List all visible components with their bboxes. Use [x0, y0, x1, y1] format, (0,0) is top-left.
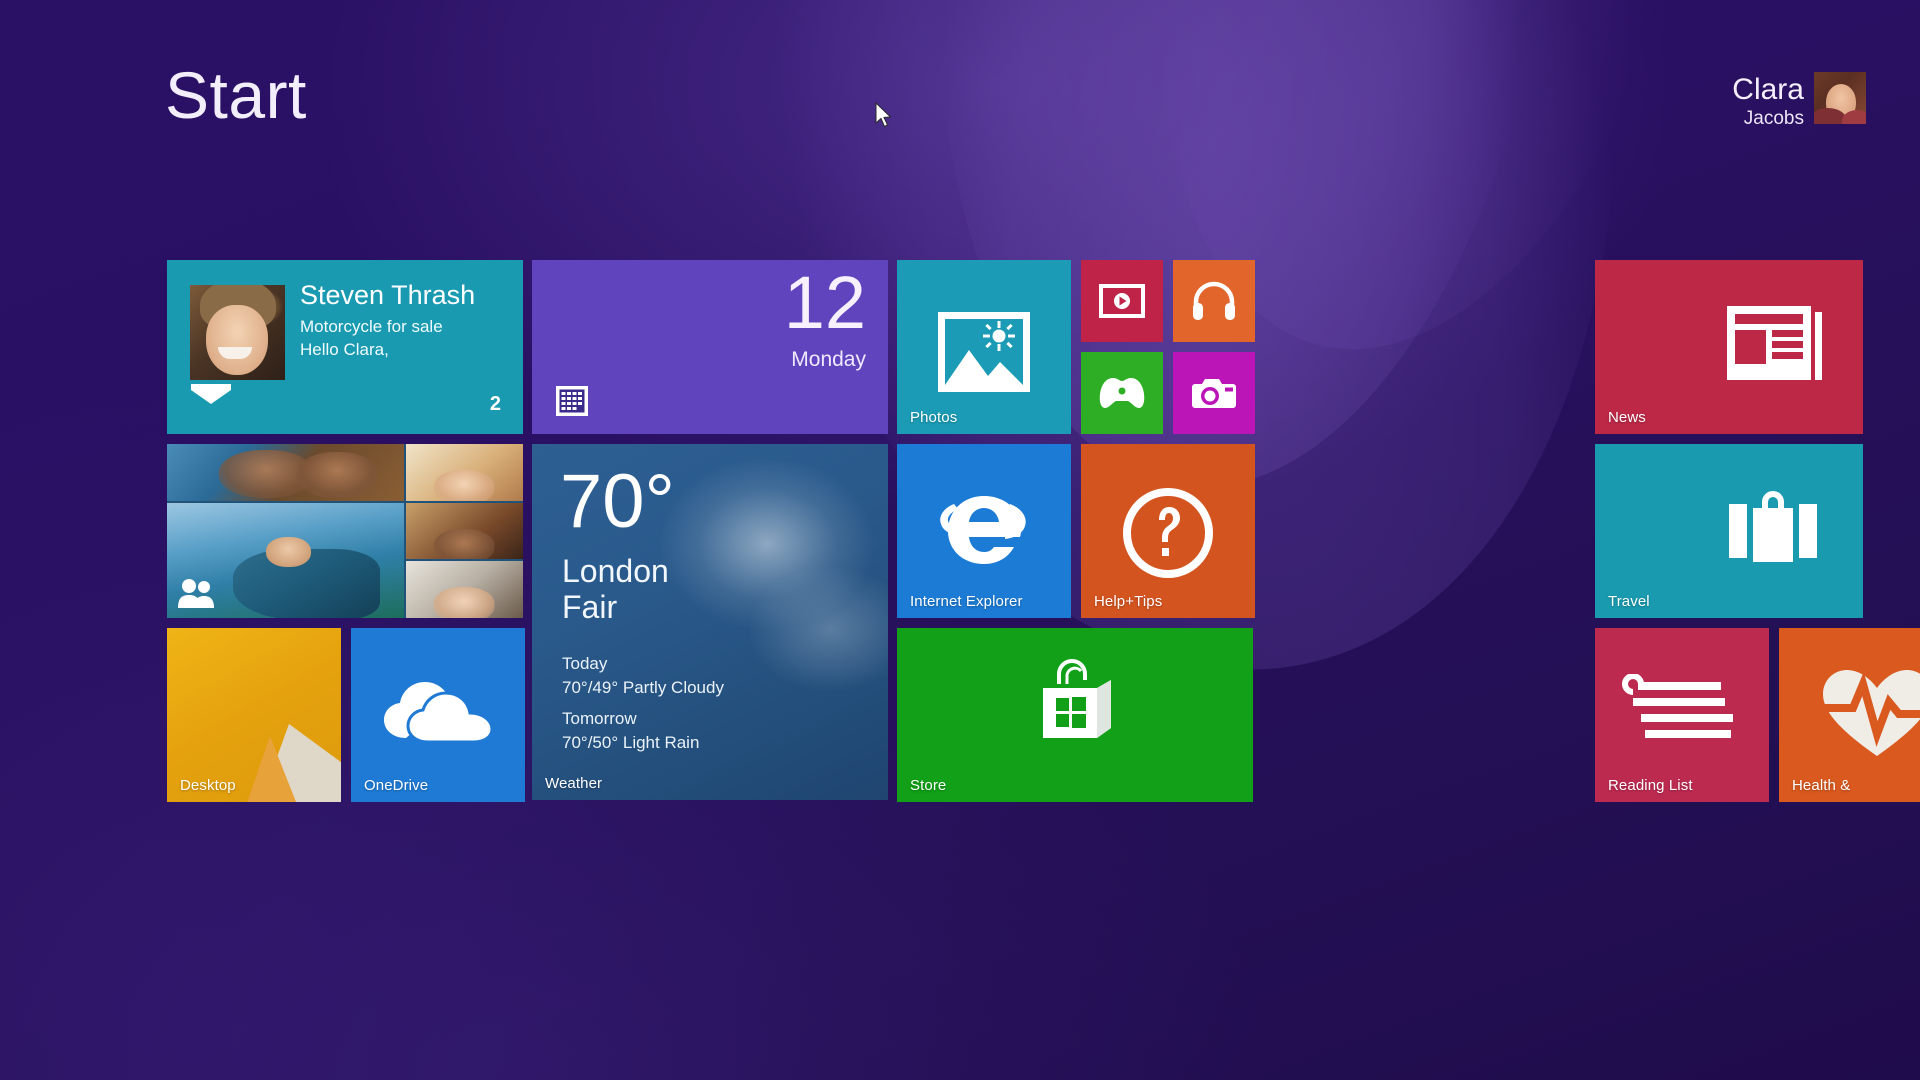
internet-explorer-icon [940, 496, 1026, 564]
people-photo-1 [167, 444, 404, 501]
tile-desktop[interactable]: Desktop [167, 628, 341, 802]
people-photo-3 [405, 444, 523, 501]
heartbeat-icon [1821, 670, 1920, 756]
mail-preview: Hello Clara, [300, 340, 389, 360]
mail-unread-count: 2 [489, 393, 501, 415]
tile-internet-explorer[interactable]: Internet Explorer [897, 444, 1071, 618]
weather-tomorrow-detail: 70°/50° Light Rain [562, 733, 700, 752]
weather-today-block: Today 70°/49° Partly Cloudy [562, 654, 724, 698]
page-title: Start [165, 58, 307, 132]
tile-games[interactable] [1081, 352, 1163, 434]
headphones-icon [1193, 281, 1235, 320]
tile-label-travel: Travel [1608, 593, 1650, 610]
people-photo-5 [405, 561, 523, 618]
tile-reading-list[interactable]: Reading List [1595, 628, 1769, 802]
question-mark-icon [1123, 488, 1213, 578]
mail-subject: Motorcycle for sale [300, 316, 443, 336]
tile-label-reading-list: Reading List [1608, 777, 1693, 794]
tile-photos[interactable]: Photos [897, 260, 1071, 434]
mail-sender-name: Steven Thrash [300, 280, 476, 310]
tile-news[interactable]: News [1595, 260, 1863, 434]
camera-icon [1192, 379, 1236, 408]
avatar-shoulder-right [1842, 110, 1866, 124]
tile-health-fitness[interactable]: Health & [1779, 628, 1920, 802]
weather-tomorrow-label: Tomorrow [562, 709, 637, 728]
gamepad-icon [1099, 378, 1145, 408]
weather-tomorrow-block: Tomorrow 70°/50° Light Rain [562, 709, 699, 753]
tile-label-health-fitness: Health & [1792, 777, 1851, 794]
video-play-icon [1099, 284, 1145, 318]
mail-sender-avatar [190, 285, 285, 380]
weather-temperature: 70° [560, 459, 675, 544]
weather-today-label: Today [562, 654, 608, 673]
people-icon [178, 579, 214, 608]
tile-camera[interactable] [1173, 352, 1255, 434]
user-last-name: Jacobs [1743, 107, 1804, 129]
mail-avatar-face [206, 305, 268, 375]
people-photo-collage [167, 444, 523, 618]
tile-label-internet-explorer: Internet Explorer [910, 593, 1023, 610]
tile-area: Steven Thrash Motorcycle for sale Hello … [167, 260, 1920, 802]
tile-music[interactable] [1173, 260, 1255, 342]
user-name-block: Clara Jacobs [1732, 72, 1804, 128]
desktop-wallpaper-shape-2 [243, 736, 300, 802]
weather-city: London [562, 553, 669, 589]
tile-help-tips[interactable]: Help+Tips [1081, 444, 1255, 618]
start-screen: Start Clara Jacobs Steven Thrash Motorcy… [0, 0, 1920, 1080]
calendar-icon [556, 386, 588, 416]
tile-video[interactable] [1081, 260, 1163, 342]
tile-weather[interactable]: 70° London Fair Today 70°/49° Partly Clo… [532, 444, 888, 800]
tile-label-desktop: Desktop [180, 777, 236, 794]
mouse-cursor-icon [875, 102, 892, 128]
newspaper-icon [1727, 306, 1822, 380]
tile-onedrive[interactable]: OneDrive [351, 628, 525, 802]
people-photo-4 [405, 502, 523, 560]
user-first-name: Clara [1732, 73, 1804, 106]
tile-mail[interactable]: Steven Thrash Motorcycle for sale Hello … [167, 260, 523, 434]
mail-text-block: Steven Thrash Motorcycle for sale Hello … [300, 280, 513, 360]
weather-today-detail: 70°/49° Partly Cloudy [562, 678, 724, 697]
tile-label-store: Store [910, 777, 947, 794]
weather-condition: Fair [562, 589, 618, 625]
tile-store[interactable]: Store [897, 628, 1253, 802]
cloud-icon [384, 682, 494, 744]
people-photo-2 [167, 502, 404, 618]
tile-calendar[interactable]: 12 Monday [532, 260, 888, 434]
tile-label-news: News [1608, 409, 1646, 426]
tile-travel[interactable]: Travel [1595, 444, 1863, 618]
picture-icon [938, 312, 1030, 392]
tile-label-weather: Weather [545, 775, 603, 792]
avatar[interactable] [1814, 72, 1866, 124]
shopping-bag-icon [1043, 659, 1111, 738]
calendar-day-number: 12 [783, 261, 866, 344]
reading-list-icon [1622, 674, 1733, 738]
envelope-icon [191, 384, 231, 411]
tile-label-photos: Photos [910, 409, 958, 426]
calendar-weekday: Monday [791, 348, 866, 371]
suitcase-icon [1729, 491, 1817, 562]
tile-people[interactable] [167, 444, 523, 618]
user-account-chip[interactable]: Clara Jacobs [1732, 72, 1866, 128]
tile-label-help-tips: Help+Tips [1094, 593, 1163, 610]
tile-label-onedrive: OneDrive [364, 777, 429, 794]
